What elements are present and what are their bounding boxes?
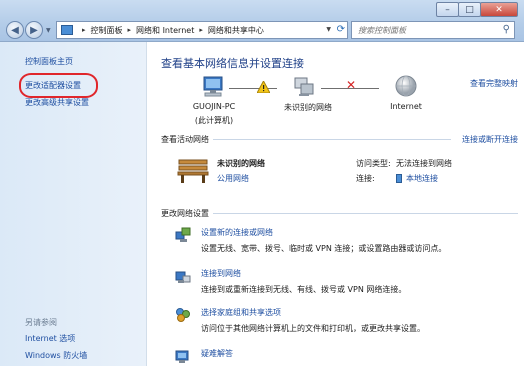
- homegroup-link[interactable]: 选择家庭组和共享选项: [201, 307, 281, 318]
- network-map: ✕ GUOJIN-PC (此计算机) 未识别的网络 Internet: [185, 72, 465, 130]
- connect-network-desc: 连接到或重新连接到无线、有线、拨号或 VPN 网络连接。: [201, 285, 407, 294]
- connect-network-link[interactable]: 连接到网络: [201, 268, 241, 279]
- warning-icon: [257, 81, 270, 93]
- highlight-circle: [19, 73, 98, 98]
- task-new-connection: 设置新的连接或网络 设置无线、宽带、拨号、临时或 VPN 连接；或设置路由器或访…: [175, 227, 515, 257]
- refresh-icon[interactable]: ⟳: [337, 24, 345, 35]
- connection-value[interactable]: 本地连接: [396, 173, 438, 184]
- setup-connection-link[interactable]: 设置新的连接或网络: [201, 227, 273, 238]
- sidebar-item-firewall[interactable]: Windows 防火墙: [25, 350, 87, 361]
- window-controls: – □ ✕: [436, 2, 518, 17]
- see-also-heading: 另请参阅: [25, 318, 57, 327]
- window-titlebar: – □ ✕ ◀ ▶ ▼ ▸ 控制面板 ▸ 网络和 Internet ▸ 网络和共…: [0, 0, 524, 42]
- network-type-link[interactable]: 公用网络: [217, 173, 249, 184]
- setup-connection-desc: 设置无线、宽带、拨号、临时或 VPN 连接；或设置路由器或访问点。: [201, 244, 447, 253]
- breadcrumb-sharing-center[interactable]: 网络和共享中心: [208, 25, 264, 36]
- internet-label: Internet: [390, 102, 422, 111]
- unknown-network-icon: [294, 77, 314, 96]
- new-connection-icon: [175, 227, 191, 242]
- back-arrow-icon: ◀: [11, 24, 19, 36]
- history-dropdown-icon[interactable]: ▼: [46, 27, 51, 34]
- task-troubleshoot: 疑难解答: [175, 348, 515, 364]
- homegroup-icon: [176, 308, 190, 322]
- computer-sub-label: (此计算机): [194, 116, 234, 125]
- local-connection-link[interactable]: 本地连接: [406, 173, 438, 184]
- search-input[interactable]: [358, 25, 488, 35]
- sidebar-item-advanced-sharing[interactable]: 更改高级共享设置: [25, 97, 89, 108]
- forward-arrow-icon: ▶: [30, 24, 38, 36]
- address-bar[interactable]: ▸ 控制面板 ▸ 网络和 Internet ▸ 网络和共享中心 ▼ ⟳: [56, 21, 348, 39]
- access-type-value: 无法连接到网络: [396, 159, 452, 168]
- public-network-bench-icon: [177, 159, 209, 183]
- close-button[interactable]: ✕: [480, 2, 518, 17]
- breadcrumb-separator-icon[interactable]: ▸: [128, 26, 132, 34]
- connection-label: 连接:: [356, 174, 375, 183]
- view-full-map-link[interactable]: 查看完整映射: [470, 78, 518, 89]
- connect-network-icon: [175, 271, 191, 283]
- search-icon[interactable]: ⚲: [503, 24, 510, 35]
- active-networks-heading: 查看活动网络: [161, 135, 209, 144]
- task-homegroup: 选择家庭组和共享选项 访问位于其他网络计算机上的文件和打印机，或更改共享设置。: [175, 307, 515, 337]
- back-button[interactable]: ◀: [6, 21, 24, 39]
- access-type-label: 访问类型:: [356, 159, 391, 168]
- breadcrumb-network-internet[interactable]: 网络和 Internet: [136, 25, 194, 36]
- unknown-network-label: 未识别的网络: [284, 103, 332, 112]
- search-box[interactable]: ⚲: [351, 21, 515, 39]
- computer-name-label: GUOJIN-PC: [192, 102, 236, 111]
- computer-icon: [203, 76, 223, 97]
- troubleshoot-link[interactable]: 疑难解答: [201, 348, 233, 359]
- breadcrumb-separator-icon[interactable]: ▸: [199, 26, 203, 34]
- active-network-name: 未识别的网络: [217, 159, 265, 168]
- address-dropdown-icon[interactable]: ▼: [326, 26, 331, 33]
- control-panel-icon: [61, 25, 73, 35]
- sidebar-item-internet-options[interactable]: Internet 选项: [25, 333, 75, 344]
- forward-button[interactable]: ▶: [25, 21, 43, 39]
- homegroup-desc: 访问位于其他网络计算机上的文件和打印机，或更改共享设置。: [201, 324, 425, 333]
- internet-globe-icon: [395, 75, 417, 97]
- task-connect-network: 连接到网络 连接到或重新连接到无线、有线、拨号或 VPN 网络连接。: [175, 268, 515, 298]
- main-content: 查看基本网络信息并设置连接 查看完整映射 ✕ GUOJIN-PC (此计算机) …: [147, 42, 524, 366]
- page-title: 查看基本网络信息并设置连接: [161, 57, 304, 70]
- sidebar-item-home[interactable]: 控制面板主页: [25, 56, 73, 67]
- network-adapter-icon: [396, 174, 402, 183]
- breadcrumb-control-panel[interactable]: 控制面板: [91, 25, 123, 36]
- connect-disconnect-link[interactable]: 连接或断开连接: [462, 134, 518, 145]
- change-settings-heading: 更改网络设置: [161, 209, 209, 218]
- disconnected-x-icon: ✕: [346, 78, 357, 92]
- troubleshoot-icon: [175, 350, 189, 363]
- maximize-button[interactable]: □: [458, 2, 481, 17]
- breadcrumb-separator-icon[interactable]: ▸: [82, 26, 86, 34]
- minimize-button[interactable]: –: [436, 2, 459, 17]
